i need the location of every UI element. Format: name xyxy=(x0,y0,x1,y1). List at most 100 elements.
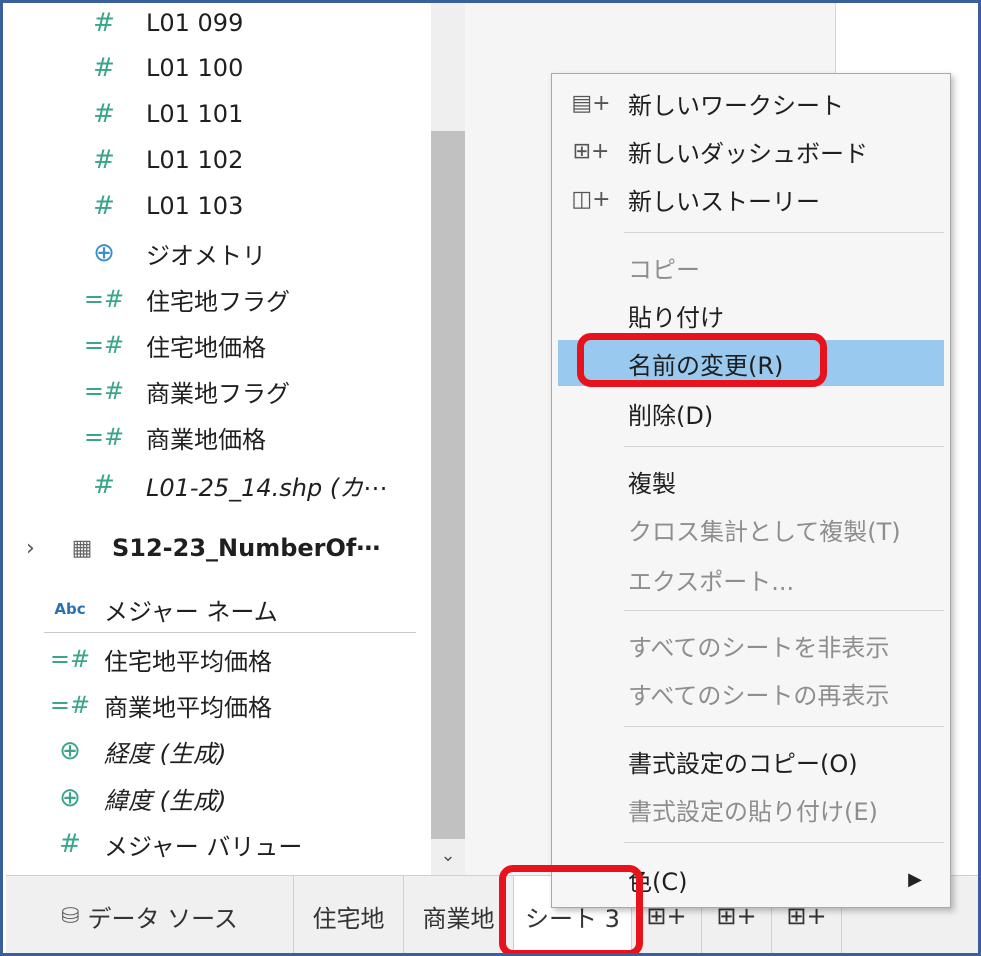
table-icon: ▦ xyxy=(71,535,93,561)
menu-item-duplicate[interactable]: 複製 xyxy=(558,458,944,504)
menu-item-label: 名前の変更(R) xyxy=(628,351,784,380)
discrete-number-icon: =# xyxy=(83,285,125,313)
menu-item-label: 貼り付け xyxy=(628,303,724,332)
discrete-number-icon: =# xyxy=(83,331,125,359)
number-icon: # xyxy=(93,145,115,175)
number-icon: # xyxy=(59,829,81,859)
field-label: 商業地平均価格 xyxy=(104,693,272,722)
menu-separator xyxy=(624,446,944,447)
menu-separator xyxy=(624,726,944,727)
measure-item[interactable]: # メジャー バリュー xyxy=(46,824,302,864)
vertical-scrollbar[interactable]: ⌄ xyxy=(431,3,465,875)
menu-item-label: 削除(D) xyxy=(628,401,714,430)
field-item[interactable]: # L01 103 xyxy=(80,186,243,226)
field-item[interactable]: =# 商業地価格 xyxy=(80,417,266,457)
menu-item-new-story[interactable]: ◫+ 新しいストーリー xyxy=(558,176,944,222)
measure-item[interactable]: =# 住宅地平均価格 xyxy=(46,639,272,679)
data-pane: # L01 099 # L01 100 # L01 101 # L01 102 … xyxy=(6,3,431,875)
submenu-arrow-icon: ▶ xyxy=(908,868,922,890)
menu-item-delete[interactable]: 削除(D) xyxy=(558,390,944,436)
tab-label: 商業地 xyxy=(422,904,495,933)
field-label: L01 101 xyxy=(146,100,244,128)
datasource-label: S12-23_NumberOf⋯ xyxy=(112,534,381,562)
menu-item-new-dashboard[interactable]: ⊞+ 新しいダッシュボード xyxy=(558,128,944,174)
menu-item-duplicate-crosstab[interactable]: クロス集計として複製(T) xyxy=(558,506,944,552)
tab-label: 住宅地 xyxy=(312,904,385,933)
tab-data-source[interactable]: ⛁ データ ソース xyxy=(6,876,294,953)
field-label: L01 103 xyxy=(146,192,244,220)
menu-item-label: すべてのシートの再表示 xyxy=(628,681,890,710)
globe-icon: ⊕ xyxy=(93,238,115,268)
menu-item-label: エクスポート... xyxy=(628,567,795,596)
menu-item-label: クロス集計として複製(T) xyxy=(628,517,901,546)
field-item[interactable]: # L01 101 xyxy=(80,94,243,134)
menu-separator xyxy=(624,842,944,843)
context-menu: ▤+ 新しいワークシート ⊞+ 新しいダッシュボード ◫+ 新しいストーリー コ… xyxy=(551,73,951,908)
menu-item-export[interactable]: エクスポート... xyxy=(558,556,944,602)
tab-sheet-2[interactable]: 商業地 xyxy=(404,876,514,953)
application-window: # L01 099 # L01 100 # L01 101 # L01 102 … xyxy=(0,0,981,956)
menu-item-copy[interactable]: コピー xyxy=(558,244,944,290)
measure-item[interactable]: ⊕ 緯度 (生成) xyxy=(46,778,226,818)
new-story-icon: ◫+ xyxy=(571,186,611,212)
discrete-number-icon: =# xyxy=(49,645,91,673)
field-item[interactable]: =# 住宅地価格 xyxy=(80,325,266,365)
menu-item-rename[interactable]: 名前の変更(R) xyxy=(558,340,944,386)
chevron-down-icon[interactable]: ⌄ xyxy=(431,841,465,871)
tab-sheet-1[interactable]: 住宅地 xyxy=(294,876,404,953)
number-icon: # xyxy=(93,99,115,129)
field-label: ジオメトリ xyxy=(146,241,266,270)
discrete-number-icon: =# xyxy=(49,691,91,719)
discrete-number-icon: =# xyxy=(83,423,125,451)
field-item[interactable]: # L01 099 xyxy=(80,3,243,43)
field-item[interactable]: ⊕ ジオメトリ xyxy=(80,233,266,273)
menu-item-new-worksheet[interactable]: ▤+ 新しいワークシート xyxy=(558,80,944,126)
menu-item-label: 新しいワークシート xyxy=(628,91,844,120)
field-item[interactable]: # L01 100 xyxy=(80,48,243,88)
field-label: 住宅地平均価格 xyxy=(104,647,272,676)
globe-icon: ⊕ xyxy=(59,736,81,766)
measure-item[interactable]: ⊕ 経度 (生成) xyxy=(46,731,226,771)
scrollbar-thumb[interactable] xyxy=(431,131,465,839)
field-label: L01 100 xyxy=(146,54,244,82)
number-icon: # xyxy=(93,470,115,500)
discrete-number-icon: =# xyxy=(83,377,125,405)
field-item[interactable]: =# 住宅地フラグ xyxy=(80,279,290,319)
field-label: メジャー ネーム xyxy=(104,597,278,626)
new-worksheet-icon: ▤+ xyxy=(571,90,611,116)
field-label: L01-25_14.shp (カ⋯ xyxy=(146,473,388,502)
measure-item[interactable]: Abc メジャー ネーム xyxy=(46,589,278,629)
datasource-row[interactable]: › ▦ S12-23_NumberOf⋯ xyxy=(26,525,380,571)
menu-item-label: コピー xyxy=(628,255,700,284)
menu-item-copy-formatting[interactable]: 書式設定のコピー(O) xyxy=(558,738,944,784)
menu-item-label: 書式設定のコピー(O) xyxy=(628,749,858,778)
database-icon: ⛁ xyxy=(61,903,80,929)
measure-item[interactable]: =# 商業地平均価格 xyxy=(46,685,272,725)
menu-item-label: 新しいストーリー xyxy=(628,187,820,216)
field-label: L01 099 xyxy=(146,9,244,37)
field-item[interactable]: # L01 102 xyxy=(80,140,243,180)
menu-item-label: すべてのシートを非表示 xyxy=(628,633,890,662)
abc-icon: Abc xyxy=(54,600,86,618)
field-label: 経度 (生成) xyxy=(104,739,227,768)
number-icon: # xyxy=(93,191,115,221)
menu-separator xyxy=(624,610,944,611)
menu-separator xyxy=(624,232,944,233)
menu-item-color[interactable]: 色(C) ▶ xyxy=(558,856,944,902)
menu-item-label: 複製 xyxy=(628,469,676,498)
field-label: 住宅地価格 xyxy=(146,333,266,362)
menu-item-label: 新しいダッシュボード xyxy=(628,139,868,168)
field-item[interactable]: =# 商業地フラグ xyxy=(80,371,290,411)
field-label: L01 102 xyxy=(146,146,244,174)
menu-item-hide-all-sheets[interactable]: すべてのシートを非表示 xyxy=(558,622,944,668)
field-label: 商業地フラグ xyxy=(146,379,290,408)
menu-item-paste-formatting[interactable]: 書式設定の貼り付け(E) xyxy=(558,786,944,832)
menu-item-unhide-all-sheets[interactable]: すべてのシートの再表示 xyxy=(558,670,944,716)
chevron-right-icon[interactable]: › xyxy=(26,536,52,561)
menu-item-label: 書式設定の貼り付け(E) xyxy=(628,797,878,826)
field-label: 緯度 (生成) xyxy=(104,786,227,815)
field-item[interactable]: # L01-25_14.shp (カ⋯ xyxy=(80,465,387,505)
globe-icon: ⊕ xyxy=(59,783,81,813)
divider xyxy=(44,632,416,633)
menu-item-paste[interactable]: 貼り付け xyxy=(558,292,944,338)
